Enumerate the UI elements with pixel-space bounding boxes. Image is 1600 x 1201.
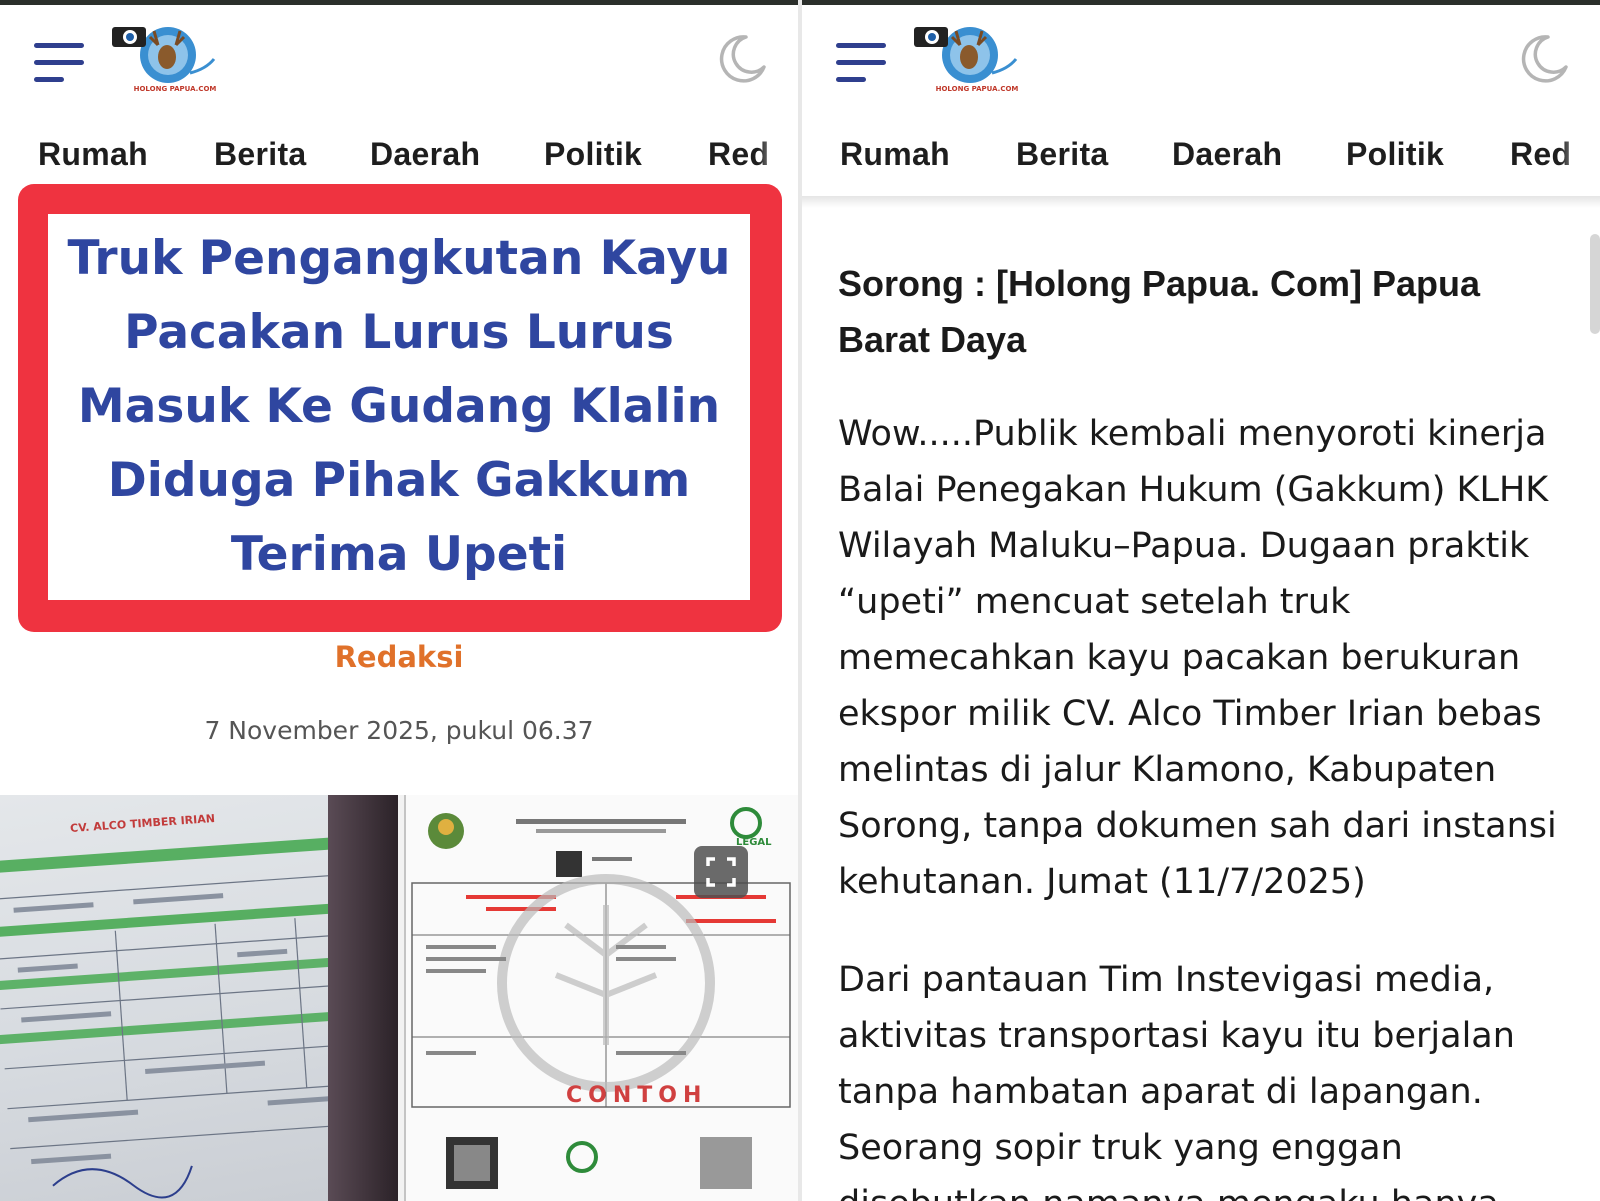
- expand-icon[interactable]: [694, 846, 748, 898]
- site-logo[interactable]: HOLONG PAPUA.COM: [110, 19, 220, 101]
- nav-item-rumah[interactable]: Rumah: [38, 136, 148, 173]
- author-link[interactable]: Redaksi: [0, 640, 798, 674]
- site-header: HOLONG PAPUA.COM: [0, 5, 798, 115]
- site-logo[interactable]: HOLONG PAPUA.COM: [912, 19, 1022, 101]
- nav-shadow: [802, 196, 1600, 208]
- certificate-watermark: CONTOH: [566, 1083, 708, 1108]
- moon-icon[interactable]: [716, 33, 768, 85]
- logo-text: HOLONG PAPUA.COM: [935, 85, 1019, 93]
- nav-item-rumah[interactable]: Rumah: [840, 136, 950, 173]
- article-paragraph: Wow.....Publik kembali menyoroti kinerja…: [838, 414, 1557, 902]
- article-title: Truk Pengangkutan Kayu Pacakan Lurus Lur…: [67, 231, 731, 582]
- logo-text: HOLONG PAPUA.COM: [133, 85, 217, 93]
- document-photo: [0, 795, 398, 1201]
- nav-item-berita[interactable]: Berita: [214, 136, 307, 173]
- nav-item-politik[interactable]: Politik: [544, 136, 642, 173]
- publish-date: 7 November 2025, pukul 06.37: [204, 716, 594, 745]
- scrollbar-thumb[interactable]: [1590, 234, 1600, 334]
- right-screenshot-panel: HOLONG PAPUA.COM Rumah Berita Daerah Pol…: [802, 0, 1600, 1201]
- hamburger-menu-icon[interactable]: [836, 43, 888, 87]
- article-dateline: Sorong : [Holong Papua. Com] Papua Barat…: [838, 263, 1480, 360]
- hamburger-menu-icon[interactable]: [34, 43, 86, 87]
- nav-item-daerah[interactable]: Daerah: [1172, 136, 1282, 173]
- article-paragraph: Dari pantauan Tim Instevigasi media, akt…: [838, 960, 1515, 1201]
- nav-item-daerah[interactable]: Daerah: [370, 136, 480, 173]
- headline-container: Truk Pengangkutan Kayu Pacakan Lurus Lur…: [48, 214, 750, 600]
- left-screenshot-panel: HOLONG PAPUA.COM Rumah Berita Daerah Pol…: [0, 0, 798, 1201]
- headline-highlight-box: Truk Pengangkutan Kayu Pacakan Lurus Lur…: [18, 184, 782, 632]
- nav-fade: [1560, 122, 1600, 194]
- photo-shadow: [328, 795, 398, 1201]
- category-nav: Rumah Berita Daerah Politik Red: [802, 122, 1600, 194]
- nav-item-politik[interactable]: Politik: [1346, 136, 1444, 173]
- article-image[interactable]: CONTOH LEGAL CV. ALCO TIMBER IRIAN: [0, 795, 798, 1201]
- site-header: HOLONG PAPUA.COM: [802, 5, 1600, 115]
- nav-item-berita[interactable]: Berita: [1016, 136, 1109, 173]
- moon-icon[interactable]: [1518, 33, 1570, 85]
